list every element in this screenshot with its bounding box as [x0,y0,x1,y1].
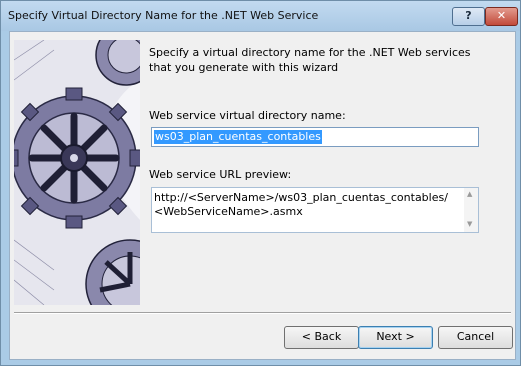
url-preview-box: http://<ServerName>/ws03_plan_cuentas_co… [151,187,479,233]
gears-illustration [14,40,140,305]
vdir-value: ws03_plan_cuentas_contables [154,130,322,144]
description-text: Specify a virtual directory name for the… [149,46,471,74]
preview-scrollbar[interactable]: ▲ ▼ [464,188,478,232]
scroll-down-icon[interactable]: ▼ [467,220,472,228]
help-button[interactable]: ? [452,7,485,26]
cancel-button[interactable]: Cancel [438,326,513,349]
separator [14,312,511,314]
gears-artwork [14,40,140,305]
url-preview-text: http://<ServerName>/ws03_plan_cuentas_co… [154,191,448,218]
close-icon: ✕ [496,9,507,22]
title-bar[interactable]: Specify Virtual Directory Name for the .… [1,1,520,31]
back-button[interactable]: < Back [284,326,359,349]
dialog-body: Specify a virtual directory name for the… [9,31,516,360]
window-title: Specify Virtual Directory Name for the .… [8,9,319,22]
close-button[interactable]: ✕ [485,7,518,26]
wizard-window: Specify Virtual Directory Name for the .… [0,0,521,366]
scroll-up-icon[interactable]: ▲ [467,190,472,198]
help-icon: ? [465,9,472,22]
vdir-label: Web service virtual directory name: [149,109,346,122]
next-button[interactable]: Next > [358,326,433,349]
preview-label: Web service URL preview: [149,168,292,181]
vdir-input[interactable]: ws03_plan_cuentas_contables [151,127,479,147]
